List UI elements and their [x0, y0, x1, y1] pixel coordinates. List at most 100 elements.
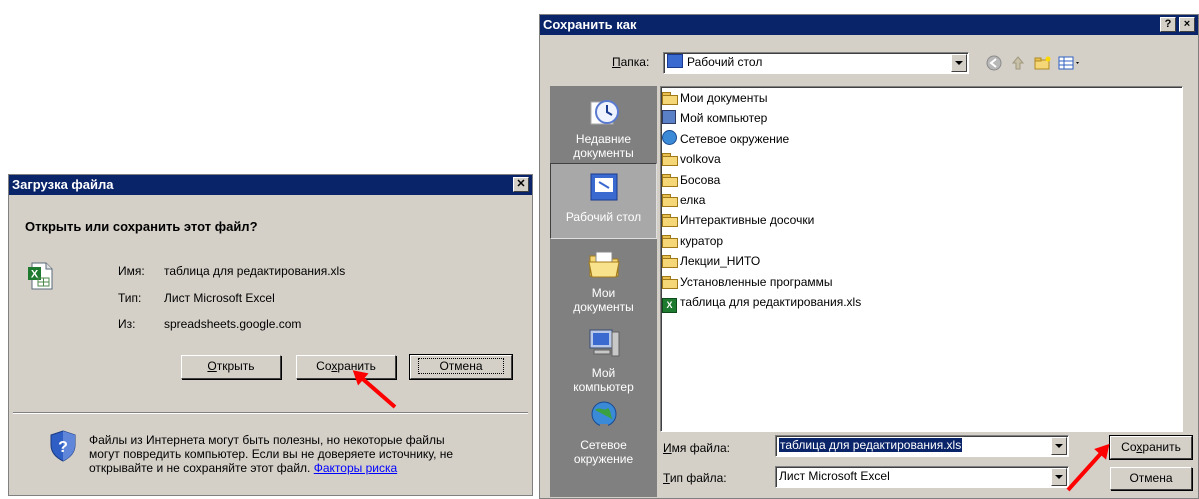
- place-label-line2: компьютер: [573, 380, 634, 394]
- warning-line-1: Файлы из Интернета могут быть полезны, н…: [89, 433, 445, 447]
- folder-dropdown[interactable]: Рабочий стол: [663, 52, 969, 74]
- place-label-line1: Сетевое: [580, 438, 627, 452]
- list-item[interactable]: Интерактивные досочки: [662, 210, 1182, 230]
- folder-icon: [662, 193, 678, 207]
- folder-label-accel: П: [612, 55, 621, 69]
- filename-input[interactable]: таблица для редактирования.xls: [775, 435, 1069, 457]
- desktop-icon: [667, 54, 683, 68]
- folder-label: Папка:: [612, 55, 649, 69]
- chevron-down-icon[interactable]: [1051, 468, 1067, 486]
- file-name: Интерактивные досочки: [680, 213, 815, 228]
- network-globe-icon: [662, 129, 677, 145]
- help-icon: ?: [1164, 18, 1172, 30]
- place-label-line1: Мой: [591, 366, 616, 380]
- filetype-label-text: ип файла:: [669, 471, 727, 485]
- security-shield-icon: ?: [49, 430, 77, 462]
- place-network[interactable]: Сетевое окружение: [550, 398, 657, 476]
- place-desktop[interactable]: Рабочий стол: [550, 163, 657, 239]
- file-name: volkova: [680, 152, 721, 167]
- place-label-line1: Мои: [591, 286, 616, 300]
- save-button-label-start: Со: [316, 359, 332, 373]
- cancel-button-label: Отмена: [418, 358, 504, 374]
- file-name: Мои документы: [680, 91, 768, 105]
- warning-line-3-text: открывайте и не сохраняйте этот файл.: [89, 461, 311, 475]
- save-button[interactable]: Сохранить: [1109, 435, 1193, 460]
- list-item[interactable]: елка: [662, 190, 1182, 210]
- close-icon: ✕: [516, 178, 526, 190]
- place-label-line1: Недавние: [575, 132, 632, 146]
- cancel-button[interactable]: Отмена: [409, 354, 513, 380]
- cancel-button-label: Отмена: [1129, 471, 1173, 485]
- list-item[interactable]: Установленные программы: [662, 272, 1182, 292]
- download-dialog: Загрузка файла ✕ Открыть или сохранить э…: [8, 174, 533, 496]
- list-item[interactable]: Мои документы: [662, 88, 1182, 108]
- list-item[interactable]: Xтаблица для редактирования.xls: [662, 292, 1182, 313]
- filetype-label: Тип файла:: [663, 471, 727, 485]
- folder-value: Рабочий стол: [687, 55, 763, 69]
- from-label: Из:: [118, 317, 136, 331]
- list-item[interactable]: volkova: [662, 149, 1182, 169]
- type-value: Лист Microsoft Excel: [164, 291, 275, 305]
- file-name: Мой компьютер: [680, 111, 768, 126]
- chevron-down-icon[interactable]: [1051, 437, 1067, 455]
- file-name: елка: [680, 192, 706, 207]
- divider: [13, 412, 528, 414]
- my-computer-icon: [586, 326, 622, 362]
- excel-file-icon: X: [662, 297, 677, 313]
- close-icon: ×: [1183, 18, 1191, 30]
- file-name: Лекции_НИТО: [680, 254, 761, 269]
- recent-documents-icon: [587, 94, 621, 128]
- filename-label-accel: И: [663, 441, 672, 455]
- folder-icon: [662, 214, 678, 228]
- open-button[interactable]: Открыть: [181, 355, 281, 379]
- desktop-icon: [587, 170, 621, 204]
- filetype-select[interactable]: Лист Microsoft Excel: [775, 466, 1069, 488]
- filetype-value: Лист Microsoft Excel: [779, 469, 890, 483]
- place-my-documents[interactable]: Мои документы: [550, 246, 657, 318]
- back-arrow-icon[interactable]: [986, 55, 1002, 71]
- download-dialog-title: Загрузка файла: [12, 177, 114, 192]
- type-label: Тип:: [118, 291, 142, 305]
- views-menu-icon[interactable]: [1058, 55, 1082, 71]
- excel-file-icon: X: [26, 261, 56, 291]
- network-globe-icon: [586, 398, 622, 434]
- chevron-down-icon[interactable]: [951, 54, 967, 72]
- filetype-label-accel: Т: [663, 471, 670, 485]
- new-folder-icon[interactable]: [1034, 55, 1052, 71]
- save-button[interactable]: Сохранить: [296, 355, 396, 379]
- name-value: таблица для редактирования.xls: [164, 264, 346, 278]
- up-folder-icon[interactable]: [1010, 55, 1026, 71]
- close-button[interactable]: ✕: [513, 177, 529, 192]
- help-button[interactable]: ?: [1160, 17, 1176, 32]
- filename-value: таблица для редактирования.xls: [779, 438, 963, 452]
- open-button-accel: О: [207, 359, 217, 373]
- folder-icon: [662, 173, 678, 187]
- folder-label-text: апка:: [620, 55, 650, 69]
- risk-factors-link[interactable]: Факторы риска: [314, 461, 397, 475]
- folder-icon: [662, 234, 678, 248]
- save-button-label-start: Со: [1121, 440, 1137, 454]
- save-as-title: Сохранить как: [543, 17, 637, 32]
- place-my-computer[interactable]: Мой компьютер: [550, 326, 657, 404]
- list-item[interactable]: Лекции_НИТО: [662, 251, 1182, 271]
- place-recent-documents[interactable]: Недавние документы: [550, 90, 657, 160]
- warning-line-3: открывайте и не сохраняйте этот файл. Фа…: [89, 461, 397, 475]
- close-button[interactable]: ×: [1179, 17, 1195, 32]
- list-item[interactable]: Сетевое окружение: [662, 129, 1182, 149]
- save-as-titlebar[interactable]: Сохранить как ? ×: [540, 15, 1198, 35]
- folder-icon: [662, 255, 678, 269]
- list-item[interactable]: Босова: [662, 170, 1182, 190]
- download-dialog-titlebar[interactable]: Загрузка файла ✕: [9, 175, 532, 195]
- list-item[interactable]: куратор: [662, 231, 1182, 251]
- file-name: Босова: [680, 172, 721, 187]
- cancel-button[interactable]: Отмена: [1110, 467, 1192, 490]
- places-bar: Недавние документы Рабочий стол Мои доку…: [550, 86, 657, 497]
- name-label: Имя:: [118, 264, 145, 278]
- my-documents-icon: [586, 246, 622, 282]
- list-item[interactable]: Мой компьютер: [662, 108, 1182, 128]
- filename-label-text: мя файла:: [671, 441, 730, 455]
- place-label-line2: окружение: [573, 452, 634, 466]
- my-documents-icon: [662, 92, 678, 105]
- open-button-label: ткрыть: [216, 359, 255, 373]
- file-name: таблица для редактирования.xls: [680, 294, 862, 309]
